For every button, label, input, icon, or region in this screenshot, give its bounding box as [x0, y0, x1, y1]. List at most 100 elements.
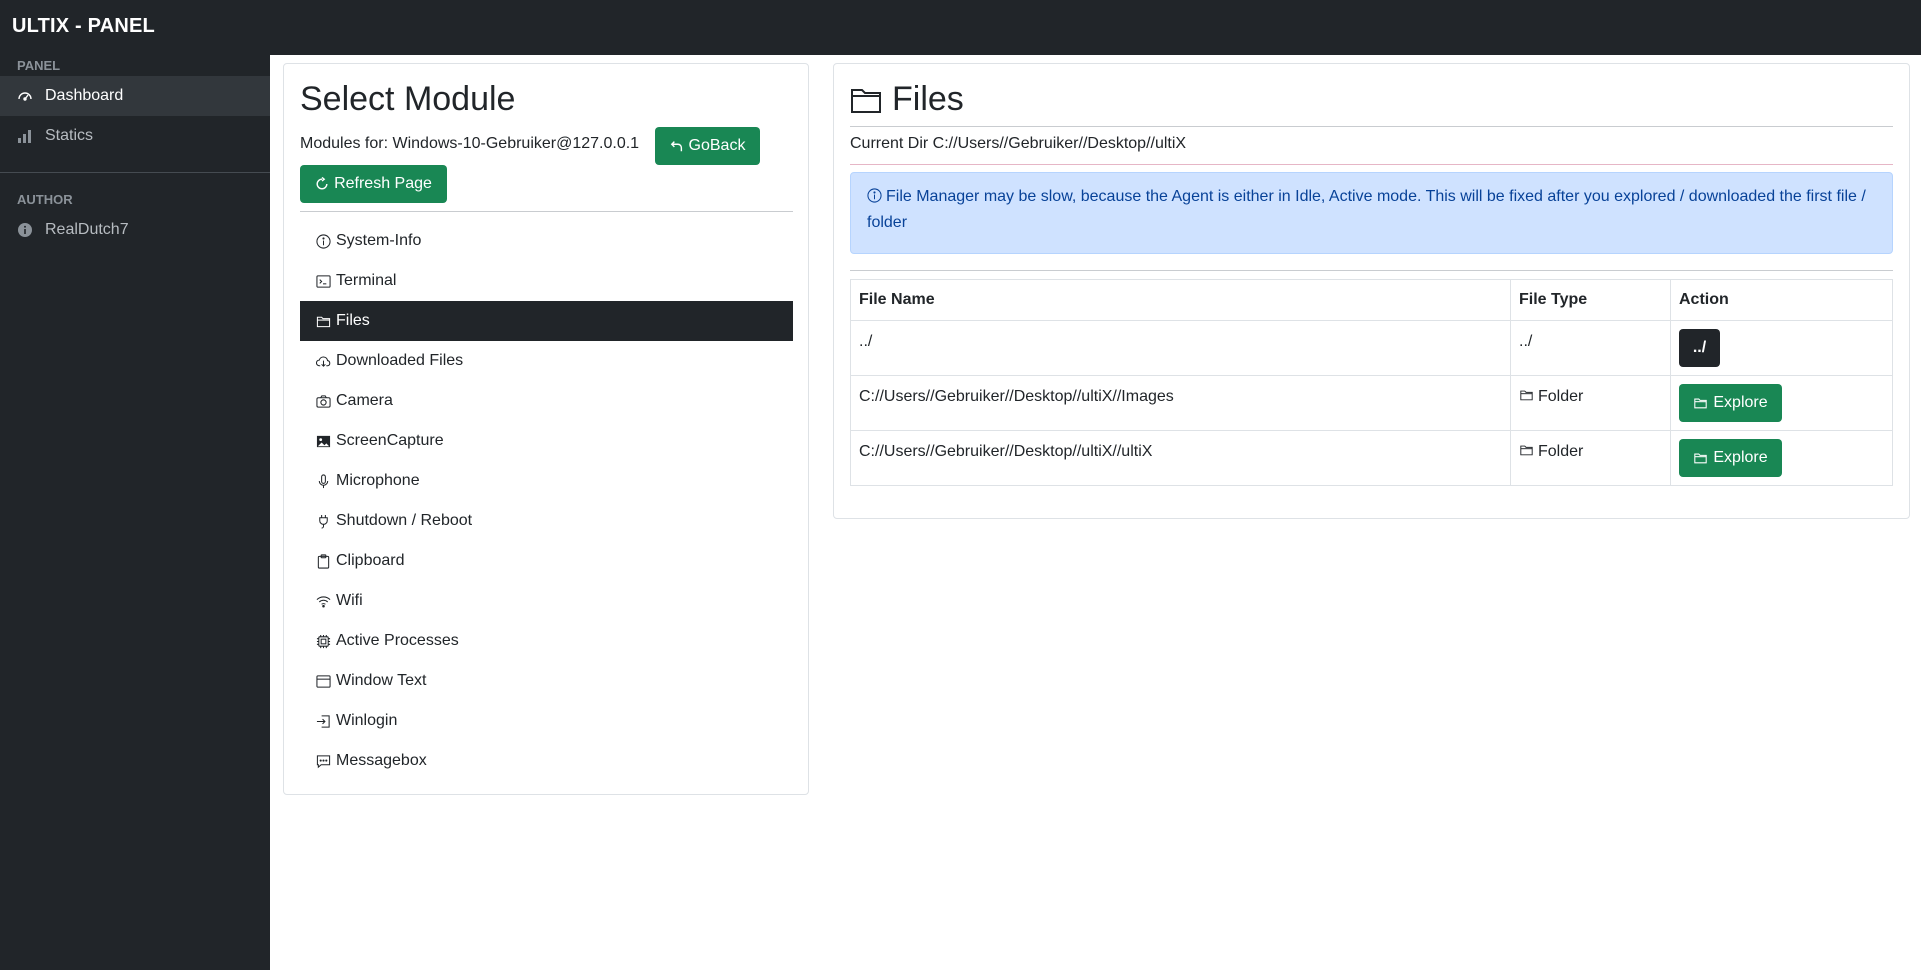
- file-name-cell: C://Users//Gebruiker//Desktop//ultiX//ul…: [850, 430, 1511, 486]
- explore-label: Explore: [1713, 394, 1768, 411]
- sidebar-item-dashboard[interactable]: Dashboard: [0, 76, 270, 116]
- module-item-label: Winlogin: [336, 712, 398, 729]
- top-navbar: ULTIX - PANEL: [0, 0, 1921, 55]
- info-circle-icon: [17, 222, 33, 238]
- goback-label: GoBack: [688, 137, 746, 154]
- info-alert: File Manager may be slow, because the Ag…: [850, 172, 1893, 254]
- explore-button[interactable]: Explore: [1679, 439, 1782, 477]
- module-item-wifi[interactable]: Wifi: [300, 581, 793, 621]
- module-item-label: Shutdown / Reboot: [336, 512, 473, 529]
- goback-button[interactable]: GoBack: [655, 127, 760, 165]
- divider: [300, 211, 793, 212]
- files-table: File Name File Type Action ../ ../ ../ C…: [850, 279, 1893, 486]
- file-type-cell: Folder: [1510, 375, 1671, 431]
- action-cell: Explore: [1670, 375, 1893, 431]
- table-row: ../ ../ ../: [850, 320, 1893, 376]
- module-item-label: Microphone: [336, 472, 420, 489]
- refresh-label: Refresh Page: [334, 175, 432, 192]
- column-header-file-type: File Type: [1510, 279, 1671, 321]
- module-item-label: ScreenCapture: [336, 432, 444, 449]
- files-title-heading: Files: [850, 80, 964, 119]
- folder-icon: [1519, 388, 1534, 407]
- select-module-card: Select Module Modules for: Windows-10-Ge…: [283, 63, 809, 795]
- files-title: Files: [892, 80, 964, 118]
- module-item-label: Window Text: [336, 672, 427, 689]
- module-item-microphone[interactable]: Microphone: [300, 461, 793, 501]
- current-dir-text: Current Dir C://Users//Gebruiker//Deskto…: [850, 135, 1187, 152]
- sidebar-item-statics[interactable]: Statics: [0, 116, 270, 156]
- file-type-label: Folder: [1538, 388, 1584, 405]
- terminal-icon: [315, 273, 332, 289]
- table-row: C://Users//Gebruiker//Desktop//ultiX//Im…: [850, 375, 1893, 431]
- column-header-action: Action: [1670, 279, 1893, 321]
- folder-icon: [850, 86, 882, 114]
- module-item-label: Downloaded Files: [336, 352, 464, 369]
- table-row: C://Users//Gebruiker//Desktop//ultiX//ul…: [850, 430, 1893, 486]
- module-item-label: Messagebox: [336, 752, 427, 769]
- info-circle-icon: [315, 233, 332, 249]
- file-type-cell: Folder: [1510, 430, 1671, 486]
- files-card: Files Current Dir C://Users//Gebruiker//…: [833, 63, 1910, 519]
- sidebar-item-label: Statics: [45, 127, 94, 144]
- module-item-label: Clipboard: [336, 552, 405, 569]
- file-name-cell: C://Users//Gebruiker//Desktop//ultiX//Im…: [850, 375, 1511, 431]
- folder-icon: [1519, 443, 1534, 462]
- login-icon: [315, 713, 332, 729]
- file-name-cell: ../: [850, 320, 1511, 376]
- sidebar-item-label: Dashboard: [45, 87, 124, 104]
- microphone-icon: [315, 473, 332, 489]
- folder-icon: [315, 313, 332, 329]
- explore-label: Explore: [1713, 449, 1768, 466]
- parent-dir-button[interactable]: ../: [1679, 329, 1720, 367]
- sidebar-heading-panel: PANEL: [17, 58, 61, 73]
- divider: [850, 126, 1893, 127]
- folder-icon: [1693, 396, 1708, 410]
- sidebar-heading-author: AUTHOR: [17, 192, 73, 207]
- clipboard-icon: [315, 553, 332, 569]
- refresh-page-button[interactable]: Refresh Page: [300, 165, 447, 203]
- speedometer-icon: [17, 88, 33, 104]
- module-item-winlogin[interactable]: Winlogin: [300, 701, 793, 741]
- file-type-cell: ../: [1510, 320, 1671, 376]
- module-item-screencapture[interactable]: ScreenCapture: [300, 421, 793, 461]
- module-item-files[interactable]: Files: [300, 301, 793, 341]
- divider: [850, 164, 1893, 165]
- module-item-messagebox[interactable]: Messagebox: [300, 741, 793, 781]
- module-item-active-processes[interactable]: Active Processes: [300, 621, 793, 661]
- module-item-shutdown-reboot[interactable]: Shutdown / Reboot: [300, 501, 793, 541]
- action-cell: ../: [1670, 320, 1893, 376]
- sidebar: PANEL Dashboard Statics AUTHOR RealDutch…: [0, 55, 270, 970]
- modules-for-text: Modules for: Windows-10-Gebruiker@127.0.…: [300, 135, 640, 152]
- bar-chart-icon: [17, 128, 33, 144]
- module-item-window-text[interactable]: Window Text: [300, 661, 793, 701]
- table-header-row: File Name File Type Action: [850, 279, 1893, 321]
- module-item-clipboard[interactable]: Clipboard: [300, 541, 793, 581]
- sidebar-item-author[interactable]: RealDutch7: [0, 210, 270, 250]
- module-item-camera[interactable]: Camera: [300, 381, 793, 421]
- module-item-label: Camera: [336, 392, 393, 409]
- module-item-label: Wifi: [336, 592, 363, 609]
- action-cell: Explore: [1670, 430, 1893, 486]
- column-header-file-name: File Name: [850, 279, 1511, 321]
- module-item-system-info[interactable]: System-Info: [300, 221, 793, 261]
- sidebar-item-label: RealDutch7: [45, 221, 129, 238]
- module-item-label: Files: [336, 312, 370, 329]
- module-item-label: Active Processes: [336, 632, 459, 649]
- info-circle-icon: [867, 187, 882, 211]
- module-item-downloaded-files[interactable]: Downloaded Files: [300, 341, 793, 381]
- wifi-icon: [315, 593, 332, 609]
- refresh-icon: [315, 177, 329, 191]
- camera-icon: [315, 393, 332, 409]
- folder-icon: [1693, 451, 1708, 465]
- alert-text: File Manager may be slow, because the Ag…: [867, 188, 1866, 231]
- cpu-icon: [315, 633, 332, 649]
- module-item-terminal[interactable]: Terminal: [300, 261, 793, 301]
- explore-button[interactable]: Explore: [1679, 384, 1782, 422]
- module-item-label: Terminal: [336, 272, 397, 289]
- app-title[interactable]: ULTIX - PANEL: [12, 15, 155, 38]
- divider: [850, 270, 1893, 271]
- file-type-label: Folder: [1538, 443, 1584, 460]
- cloud-download-icon: [315, 353, 332, 369]
- sidebar-divider: [0, 172, 270, 173]
- window-icon: [315, 673, 332, 689]
